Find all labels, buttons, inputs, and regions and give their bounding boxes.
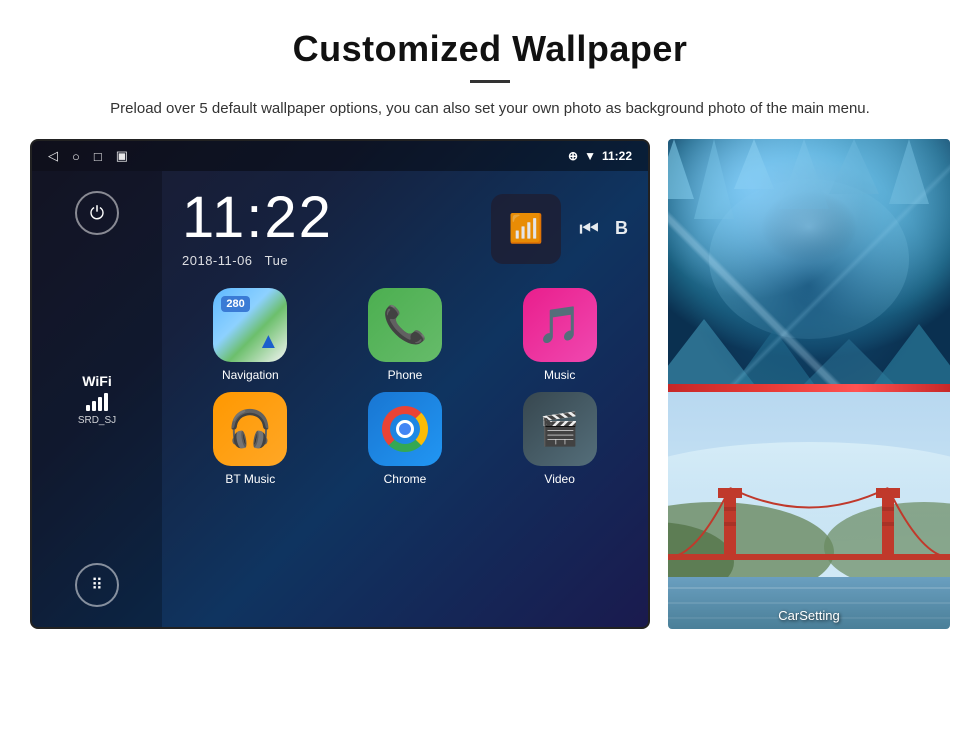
location-icon: ⊕ xyxy=(568,149,578,163)
time-date-block: 11:22 2018-11-06 Tue xyxy=(182,189,333,268)
wifi-bar-4 xyxy=(104,393,108,411)
music-icon: 🎵 xyxy=(537,304,582,346)
track-label: B xyxy=(615,218,628,239)
app-item-video[interactable]: 🎬 Video xyxy=(487,392,632,486)
phone-app-icon: 📞 xyxy=(368,288,442,362)
status-right-icons: ⊕ ▼ 11:22 xyxy=(568,149,632,163)
main-content: ◁ ○ □ ▣ ⊕ ▼ 11:22 ⏻ WiFi xyxy=(0,139,980,629)
video-app-icon: 🎬 xyxy=(523,392,597,466)
music-app-label: Music xyxy=(544,368,575,382)
middle-strip xyxy=(668,384,950,392)
ice-texture-overlay xyxy=(668,139,950,384)
android-body: ⏻ WiFi SRD_SJ ⠿ xyxy=(32,171,648,627)
app-item-phone[interactable]: 📞 Phone xyxy=(333,288,478,382)
navigation-app-icon: 280 ▲ xyxy=(213,288,287,362)
power-button[interactable]: ⏻ xyxy=(75,191,119,235)
prev-track-button[interactable]: ⏮ xyxy=(579,216,599,242)
wifi-label: WiFi xyxy=(78,373,116,389)
app-grid: 280 ▲ Navigation 📞 Phone xyxy=(162,280,648,502)
date-value: 2018-11-06 xyxy=(182,253,253,268)
carsetting-label: CarSetting xyxy=(668,608,950,623)
wifi-signal-icon: 📶 xyxy=(509,212,544,245)
chrome-circle xyxy=(382,406,428,452)
chrome-inner-circle xyxy=(396,420,414,438)
app-item-navigation[interactable]: 280 ▲ Navigation xyxy=(178,288,323,382)
ice-cave-image xyxy=(668,139,950,384)
wallpaper-thumb-golden-gate[interactable]: CarSetting xyxy=(668,392,950,629)
video-app-label: Video xyxy=(544,472,574,486)
android-center: 11:22 2018-11-06 Tue 📶 ⏮ B xyxy=(162,171,648,627)
bluetooth-icon: 🎧 xyxy=(228,408,273,450)
time-area: 11:22 2018-11-06 Tue 📶 ⏮ B xyxy=(162,171,648,280)
app-item-music[interactable]: 🎵 Music xyxy=(487,288,632,382)
wallpaper-thumb-ice-cave[interactable] xyxy=(668,139,950,384)
apps-grid-button[interactable]: ⠿ xyxy=(75,563,119,607)
app-item-bt-music[interactable]: 🎧 BT Music xyxy=(178,392,323,486)
wifi-icon-box[interactable]: 📶 xyxy=(491,194,561,264)
chrome-app-icon xyxy=(368,392,442,466)
page-header: Customized Wallpaper Preload over 5 defa… xyxy=(0,0,980,139)
wifi-bar-3 xyxy=(98,397,102,411)
wifi-bars xyxy=(78,393,116,411)
navigation-badge: 280 xyxy=(221,296,249,312)
top-icons-area: 📶 ⏮ B xyxy=(491,194,628,264)
golden-gate-svg xyxy=(668,392,950,629)
recent-nav-icon[interactable]: □ xyxy=(94,149,102,164)
navigation-arrow-icon: ▲ xyxy=(258,328,280,354)
bt-music-app-icon: 🎧 xyxy=(213,392,287,466)
page-title: Customized Wallpaper xyxy=(60,28,920,70)
title-divider xyxy=(470,80,510,83)
status-time: 11:22 xyxy=(602,149,632,163)
wifi-bar-2 xyxy=(92,401,96,411)
chrome-app-label: Chrome xyxy=(384,472,427,486)
back-nav-icon[interactable]: ◁ xyxy=(48,148,58,164)
screenshot-nav-icon[interactable]: ▣ xyxy=(116,148,128,164)
header-description: Preload over 5 default wallpaper options… xyxy=(60,97,920,121)
clock-display: 11:22 xyxy=(182,189,333,247)
status-nav-icons: ◁ ○ □ ▣ xyxy=(48,148,128,164)
wifi-info: WiFi SRD_SJ xyxy=(78,373,116,426)
wifi-status-icon: ▼ xyxy=(584,149,596,163)
app-item-chrome[interactable]: Chrome xyxy=(333,392,478,486)
phone-app-label: Phone xyxy=(388,368,423,382)
bt-music-app-label: BT Music xyxy=(225,472,275,486)
status-bar: ◁ ○ □ ▣ ⊕ ▼ 11:22 xyxy=(32,141,648,171)
android-sidebar: ⏻ WiFi SRD_SJ ⠿ xyxy=(32,171,162,627)
home-nav-icon[interactable]: ○ xyxy=(72,149,80,164)
video-icon: 🎬 xyxy=(540,410,580,448)
android-screen: ◁ ○ □ ▣ ⊕ ▼ 11:22 ⏻ WiFi xyxy=(30,139,650,629)
phone-icon: 📞 xyxy=(383,304,428,346)
wifi-ssid: SRD_SJ xyxy=(78,415,116,426)
date-display: 2018-11-06 Tue xyxy=(182,253,333,268)
music-app-icon: 🎵 xyxy=(523,288,597,362)
wallpaper-thumbnails: CarSetting xyxy=(668,139,950,629)
navigation-app-label: Navigation xyxy=(222,368,279,382)
media-controls: ⏮ B xyxy=(579,216,628,242)
wifi-bar-1 xyxy=(86,405,90,411)
day-value: Tue xyxy=(265,253,288,268)
